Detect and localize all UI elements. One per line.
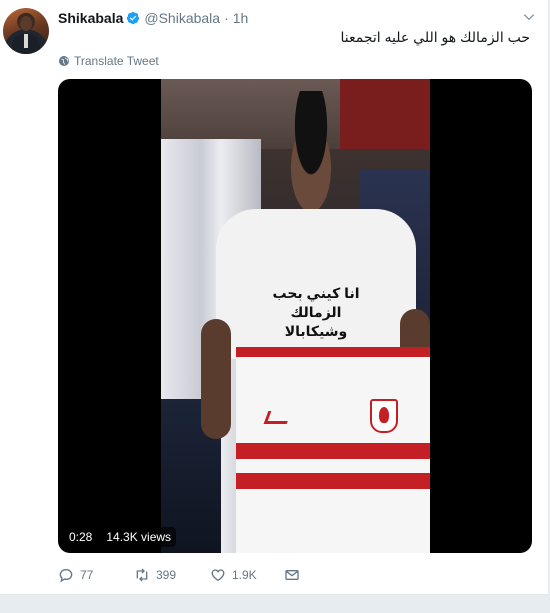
tweet-header: Shikabala @Shikabala · 1h — [58, 9, 248, 27]
author-handle[interactable]: @Shikabala — [144, 9, 220, 27]
retweet-icon — [136, 568, 148, 582]
tweet-timestamp[interactable]: 1h — [233, 9, 249, 27]
envelope-icon — [285, 570, 299, 580]
like-button[interactable]: 1.9K — [210, 567, 257, 583]
avatar[interactable] — [3, 8, 49, 54]
globe-icon — [59, 56, 69, 66]
translate-tweet-link[interactable]: Translate Tweet — [58, 54, 159, 68]
tweet-text: حب الزمالك هو اللي عليه اتجمعنا — [340, 29, 530, 45]
video-frame: انا كيني بحب الزمالك وشيكابالا — [161, 79, 430, 553]
chevron-down-icon[interactable] — [522, 10, 536, 24]
tweet-actions: 77 399 1.9K — [58, 567, 528, 585]
jersey-brand-logo — [263, 411, 292, 424]
video-player[interactable]: انا كيني بحب الزمالك وشيكابالا 0:28 14.3… — [58, 79, 532, 553]
avatar-tie — [24, 34, 28, 48]
video-meta: 0:28 14.3K views — [64, 527, 177, 547]
jersey-stripe — [236, 473, 430, 489]
tweet-card[interactable]: Shikabala @Shikabala · 1h حب الزمالك هو … — [0, 0, 549, 595]
direct-message-button[interactable] — [284, 567, 306, 583]
jersey-club-crest — [370, 399, 398, 433]
video-duration: 0:28 — [64, 527, 98, 547]
avatar-face — [20, 16, 32, 31]
shirt-print-text: انا كيني بحب الزمالك وشيكابالا — [272, 285, 360, 339]
like-count: 1.9K — [232, 568, 257, 582]
author-name[interactable]: Shikabala — [58, 9, 123, 27]
reply-icon — [59, 568, 73, 583]
scene-held-jersey — [236, 347, 430, 553]
reply-button[interactable]: 77 — [58, 567, 93, 583]
heart-icon — [211, 569, 225, 582]
retweet-count: 399 — [156, 568, 177, 582]
reply-count: 77 — [80, 568, 94, 582]
retweet-button[interactable]: 399 — [134, 567, 176, 583]
verified-icon — [127, 11, 140, 25]
jersey-stripe — [236, 443, 430, 459]
translate-label: Translate Tweet — [74, 54, 159, 68]
separator-dot: · — [224, 10, 229, 26]
scene-red-panel — [340, 79, 430, 149]
jersey-collar — [236, 347, 430, 367]
video-views: 14.3K views — [101, 527, 177, 547]
scene-arm-left — [201, 319, 231, 439]
